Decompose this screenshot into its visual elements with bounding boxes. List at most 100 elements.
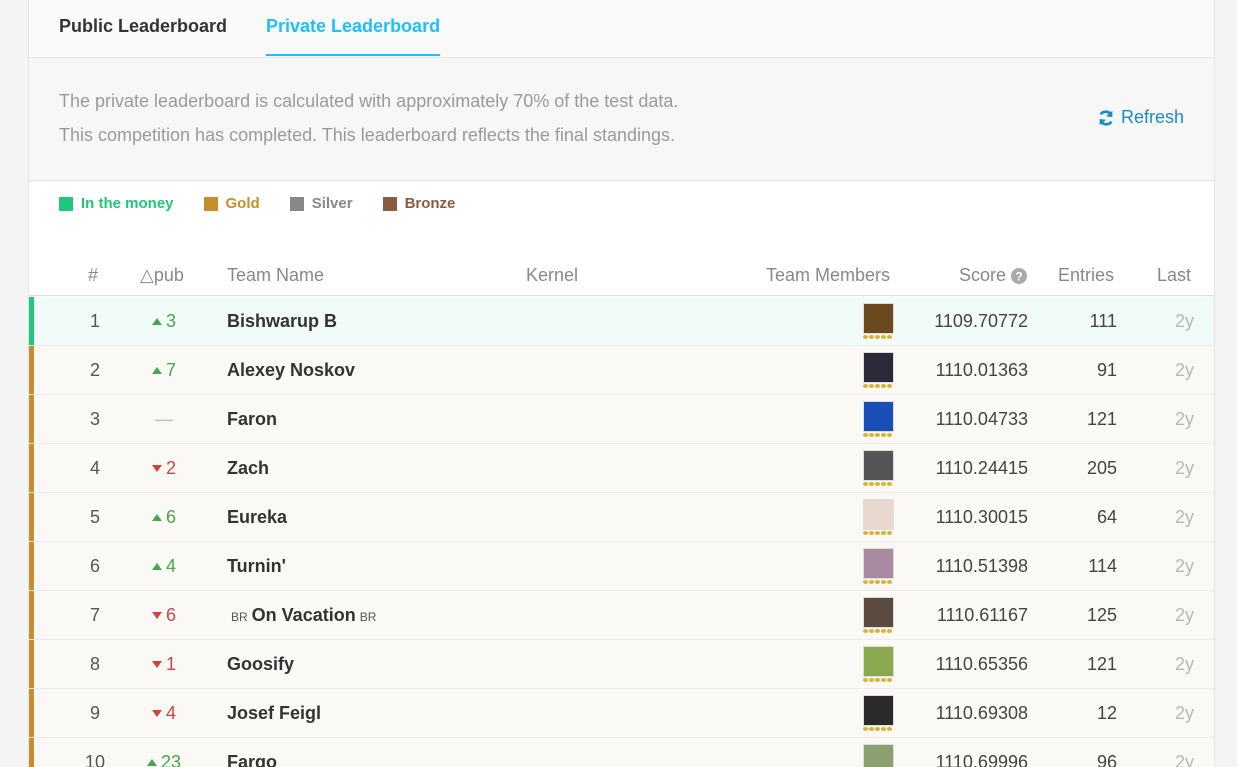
- score-cell: 1110.69308: [935, 703, 1028, 723]
- team-name-link[interactable]: Eureka: [227, 507, 287, 528]
- delta-pub-cell: 4: [139, 556, 189, 577]
- tab-private-leaderboard[interactable]: Private Leaderboard: [266, 16, 441, 56]
- arrow-down-icon: [151, 661, 162, 668]
- delta-value: 7: [165, 360, 176, 380]
- tier-dot: [869, 531, 874, 535]
- team-member-avatar[interactable]: [863, 695, 895, 733]
- col-entries[interactable]: Entries: [1058, 265, 1114, 286]
- tier-dots: [863, 580, 895, 584]
- tier-bar: [29, 444, 34, 492]
- table-row[interactable]: 9 4 Josef Feigl 1110.69308 12 2y: [29, 689, 1214, 738]
- col-team-members: Team Members: [766, 265, 891, 285]
- table-row[interactable]: 10 23 Fargo 1110.69996 96 2y: [29, 738, 1214, 767]
- table-row[interactable]: 3 — Faron 1110.04733 121 2y: [29, 395, 1214, 444]
- team-member-avatar[interactable]: [863, 597, 895, 635]
- team-member-avatar[interactable]: [863, 352, 895, 390]
- team-name-link[interactable]: BR On Vacation BR: [227, 605, 380, 626]
- col-team-name[interactable]: Team Name: [227, 265, 324, 286]
- team-name-text: Bishwarup B: [227, 311, 338, 331]
- tier-dot: [881, 433, 886, 437]
- tier-dot: [869, 727, 874, 731]
- table-row[interactable]: 7 6 BR On Vacation BR 1110.61167 125 2y: [29, 591, 1214, 640]
- score-cell: 1110.65356: [935, 654, 1028, 674]
- avatar: [863, 695, 894, 726]
- tier-dot: [875, 433, 880, 437]
- tier-dots: [863, 727, 895, 731]
- legend-swatch: [59, 196, 73, 211]
- team-name-text: Fargo: [227, 752, 278, 767]
- avatar: [863, 744, 894, 767]
- tier-dots: [863, 531, 895, 535]
- team-member-avatar[interactable]: [863, 744, 895, 767]
- entries-cell: 111: [1089, 311, 1117, 331]
- table-row[interactable]: 4 2 Zach 1110.24415 205 2y: [29, 444, 1214, 493]
- team-member-avatar[interactable]: [863, 450, 895, 488]
- refresh-label: Refresh: [1120, 107, 1184, 127]
- legend-item: In the money: [59, 195, 174, 212]
- tier-bar: [29, 493, 34, 541]
- team-member-avatar[interactable]: [863, 499, 895, 537]
- table-row[interactable]: 2 7 Alexey Noskov 1110.01363 91 2y: [29, 346, 1214, 395]
- col-rank[interactable]: #: [88, 265, 98, 286]
- tier-dot: [863, 482, 868, 486]
- team-name-link[interactable]: Faron: [227, 409, 277, 430]
- tier-dots: [863, 335, 895, 339]
- team-name-link[interactable]: Bishwarup B: [227, 311, 337, 332]
- col-delta-pub[interactable]: △pub: [140, 265, 184, 286]
- team-name-link[interactable]: Alexey Noskov: [227, 360, 355, 381]
- tier-dot: [887, 678, 892, 682]
- tier-dot: [887, 580, 892, 584]
- table-row[interactable]: 5 6 Eureka 1110.30015 64 2y: [29, 493, 1214, 542]
- team-name-link[interactable]: Zach: [227, 458, 269, 479]
- team-name-text: Eureka: [227, 507, 288, 527]
- tier-dot: [875, 335, 880, 339]
- team-member-avatar[interactable]: [863, 401, 895, 439]
- table-row[interactable]: 6 4 Turnin' 1110.51398 114 2y: [29, 542, 1214, 591]
- legend-swatch: [289, 196, 304, 211]
- tier-dot: [881, 335, 886, 339]
- col-score[interactable]: Score ?: [959, 265, 1028, 286]
- legend-item: Gold: [203, 195, 260, 212]
- tier-dot: [875, 482, 880, 486]
- team-member-avatar[interactable]: [863, 646, 895, 684]
- team-name-link[interactable]: Josef Feigl: [227, 703, 321, 724]
- team-member-avatar[interactable]: [863, 303, 895, 341]
- last-cell: 2y: [1174, 311, 1194, 331]
- tier-dot: [887, 384, 892, 388]
- table-row[interactable]: 1 3 Bishwarup B 1109.70772 111 2y: [29, 297, 1214, 346]
- help-icon[interactable]: ?: [1011, 267, 1028, 284]
- last-cell: 2y: [1174, 556, 1194, 576]
- avatar: [863, 401, 894, 432]
- score-cell: 1110.51398: [935, 556, 1028, 576]
- score-cell: 1110.04733: [935, 409, 1028, 429]
- team-name-link[interactable]: Fargo: [227, 752, 277, 767]
- avatar: [863, 303, 894, 334]
- delta-value: 6: [165, 605, 176, 625]
- arrow-up-icon: [151, 318, 162, 325]
- delta-value: —: [155, 409, 173, 429]
- tier-bar: [29, 640, 34, 688]
- avatar: [863, 450, 894, 481]
- tier-dot: [887, 433, 892, 437]
- tier-dot: [863, 580, 868, 584]
- rank-cell: 10: [84, 752, 106, 767]
- delta-pub-cell: 2: [139, 458, 189, 479]
- tier-dot: [881, 678, 886, 682]
- col-last[interactable]: Last: [1157, 265, 1191, 286]
- tier-dot: [863, 727, 868, 731]
- delta-value: 6: [165, 507, 176, 527]
- legend-swatch: [382, 196, 397, 211]
- refresh-button[interactable]: Refresh: [1097, 107, 1184, 128]
- entries-cell: 121: [1086, 409, 1117, 429]
- leaderboard-tabs: Public Leaderboard Private Leaderboard: [29, 0, 1214, 58]
- tier-dot: [869, 629, 874, 633]
- tab-public-leaderboard[interactable]: Public Leaderboard: [59, 16, 227, 56]
- table-row[interactable]: 8 1 Goosify 1110.65356 121 2y: [29, 640, 1214, 689]
- team-name-text: Zach: [227, 458, 270, 478]
- entries-cell: 91: [1096, 360, 1117, 380]
- tier-dot: [863, 531, 868, 535]
- team-name-link[interactable]: Goosify: [227, 654, 294, 675]
- team-name-link[interactable]: Turnin': [227, 556, 286, 577]
- team-member-avatar[interactable]: [863, 548, 895, 586]
- tier-bar: [29, 591, 34, 639]
